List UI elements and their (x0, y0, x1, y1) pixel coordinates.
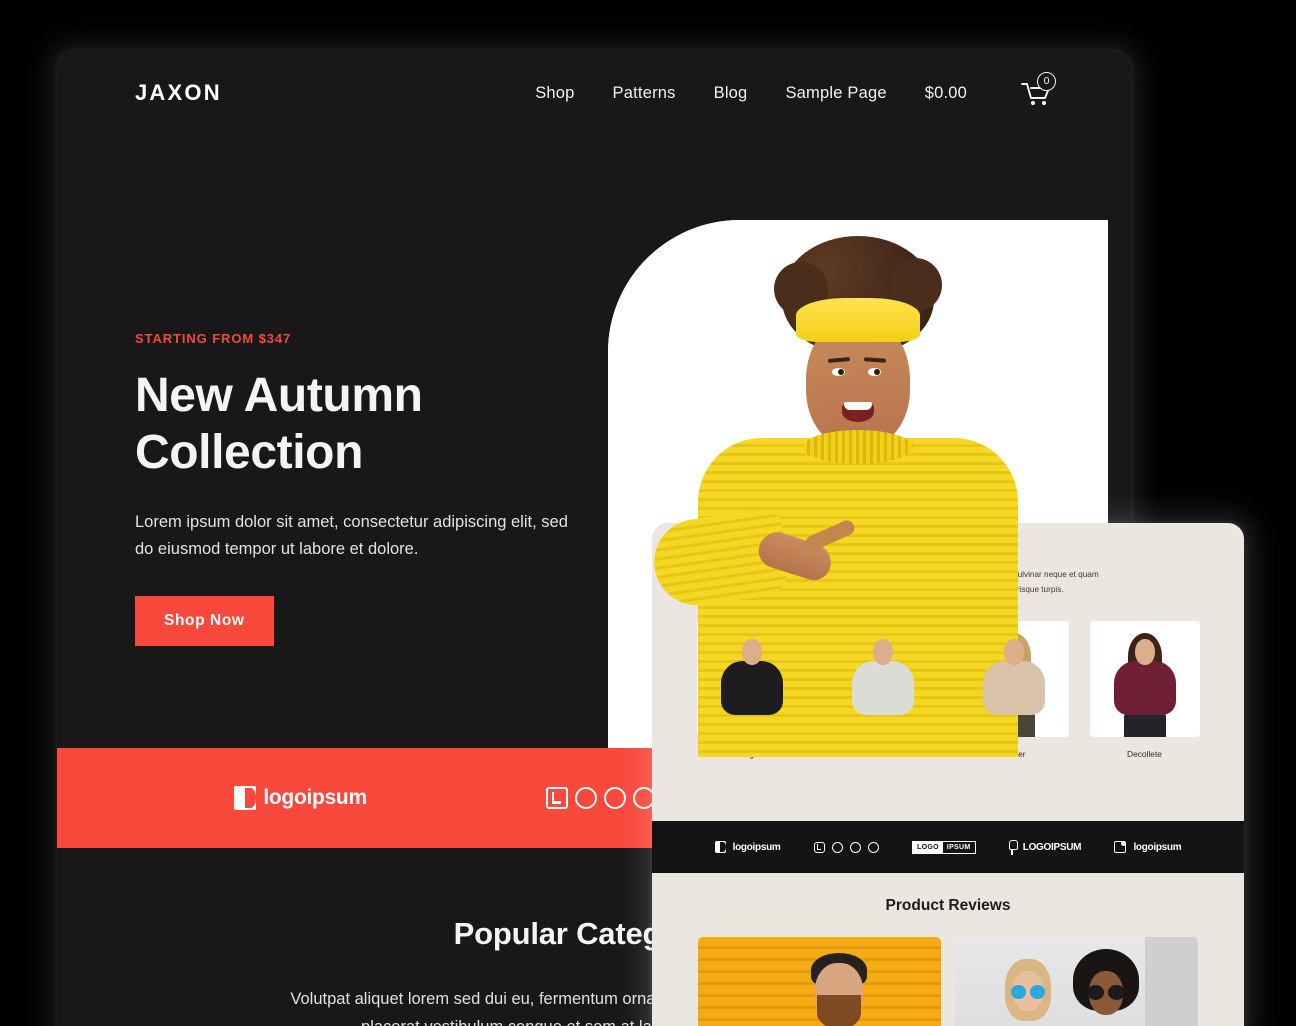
nav-item-patterns[interactable]: Patterns (613, 84, 676, 103)
review-card-1[interactable] (698, 937, 941, 1026)
box-l-icon (545, 787, 568, 809)
logo-logoipsum-circle: logoipsum (234, 786, 367, 810)
bulb-icon (1008, 839, 1018, 855)
logo-box-l (545, 787, 655, 809)
hero-title: New Autumn Collection (135, 368, 605, 481)
category-item-decollete[interactable]: Decollete (1089, 621, 1200, 760)
nav-item-shop[interactable]: Shop (535, 84, 574, 103)
hero-eyebrow-price: STARTING FROM $347 (135, 331, 292, 346)
circle-mark-icon (714, 841, 726, 853)
panel-product-reviews-section: Product Reviews (652, 873, 1244, 1026)
hero-paragraph: Lorem ipsum dolor sit amet, consectetur … (135, 513, 568, 558)
hero-copy-block: STARTING FROM $347 New Autumn Collection… (135, 331, 605, 646)
site-logo-jaxon[interactable]: JAXON (135, 80, 222, 106)
panel-logo-bulb: LOGOIPSUM (1008, 839, 1082, 855)
ring-icon-2 (849, 841, 861, 853)
model-collar (803, 430, 913, 464)
model-headband (796, 298, 920, 342)
ring-icon-1 (574, 787, 597, 809)
panel-logo-label-1: logoipsum (732, 841, 781, 853)
box-l-icon (813, 841, 825, 853)
screenshot-stage: JAXON Shop Patterns Blog Sample Page $0.… (0, 0, 1296, 1026)
panel-logo-label-4: LOGOIPSUM (1022, 841, 1082, 853)
review-card-2[interactable] (955, 937, 1198, 1026)
panel-brand-logo-strip-dark: logoipsum LOGO IPSUM LOGOIPSUM logoipsum (652, 821, 1244, 873)
ring-icon-2 (603, 787, 626, 809)
circle-mark-icon (234, 786, 257, 810)
panel-logo-logoipsum-circle: logoipsum (714, 841, 781, 853)
hero-title-line-1: New Autumn (135, 369, 423, 422)
nav-item-blog[interactable]: Blog (714, 84, 748, 103)
cart-button[interactable]: 0 (1019, 72, 1056, 110)
hero-section: STARTING FROM $347 New Autumn Collection… (57, 135, 1131, 799)
panel-logo-label-5: logoipsum (1133, 841, 1182, 853)
category-label-decollete: Decollete (1127, 749, 1162, 760)
panel-logo-plate: LOGO IPSUM (912, 840, 976, 854)
plate-word-logo: LOGO (913, 841, 943, 853)
ring-icon-3 (867, 841, 879, 853)
frame-icon (1114, 841, 1127, 853)
nav-links: Shop Patterns Blog Sample Page $0.00 0 (535, 72, 1056, 110)
logo-label: logoipsum (263, 786, 367, 809)
hero-title-line-2: Collection (135, 425, 364, 479)
nav-item-sample-page[interactable]: Sample Page (785, 84, 886, 103)
ring-icon-1 (831, 841, 843, 853)
panel-logo-box-l (813, 841, 879, 853)
cart-item-count-badge: 0 (1037, 72, 1056, 91)
shop-now-button[interactable]: Shop Now (135, 595, 274, 646)
panel-logo-frame: logoipsum (1114, 841, 1182, 853)
category-image-decollete (1089, 621, 1200, 738)
cart-total-amount: $0.00 (924, 83, 967, 102)
product-review-card-grid (652, 937, 1244, 1026)
product-reviews-title: Product Reviews (885, 897, 1011, 914)
plate-word-ipsum: IPSUM (946, 843, 971, 851)
site-navigation-bar: JAXON Shop Patterns Blog Sample Page $0.… (57, 51, 1131, 135)
